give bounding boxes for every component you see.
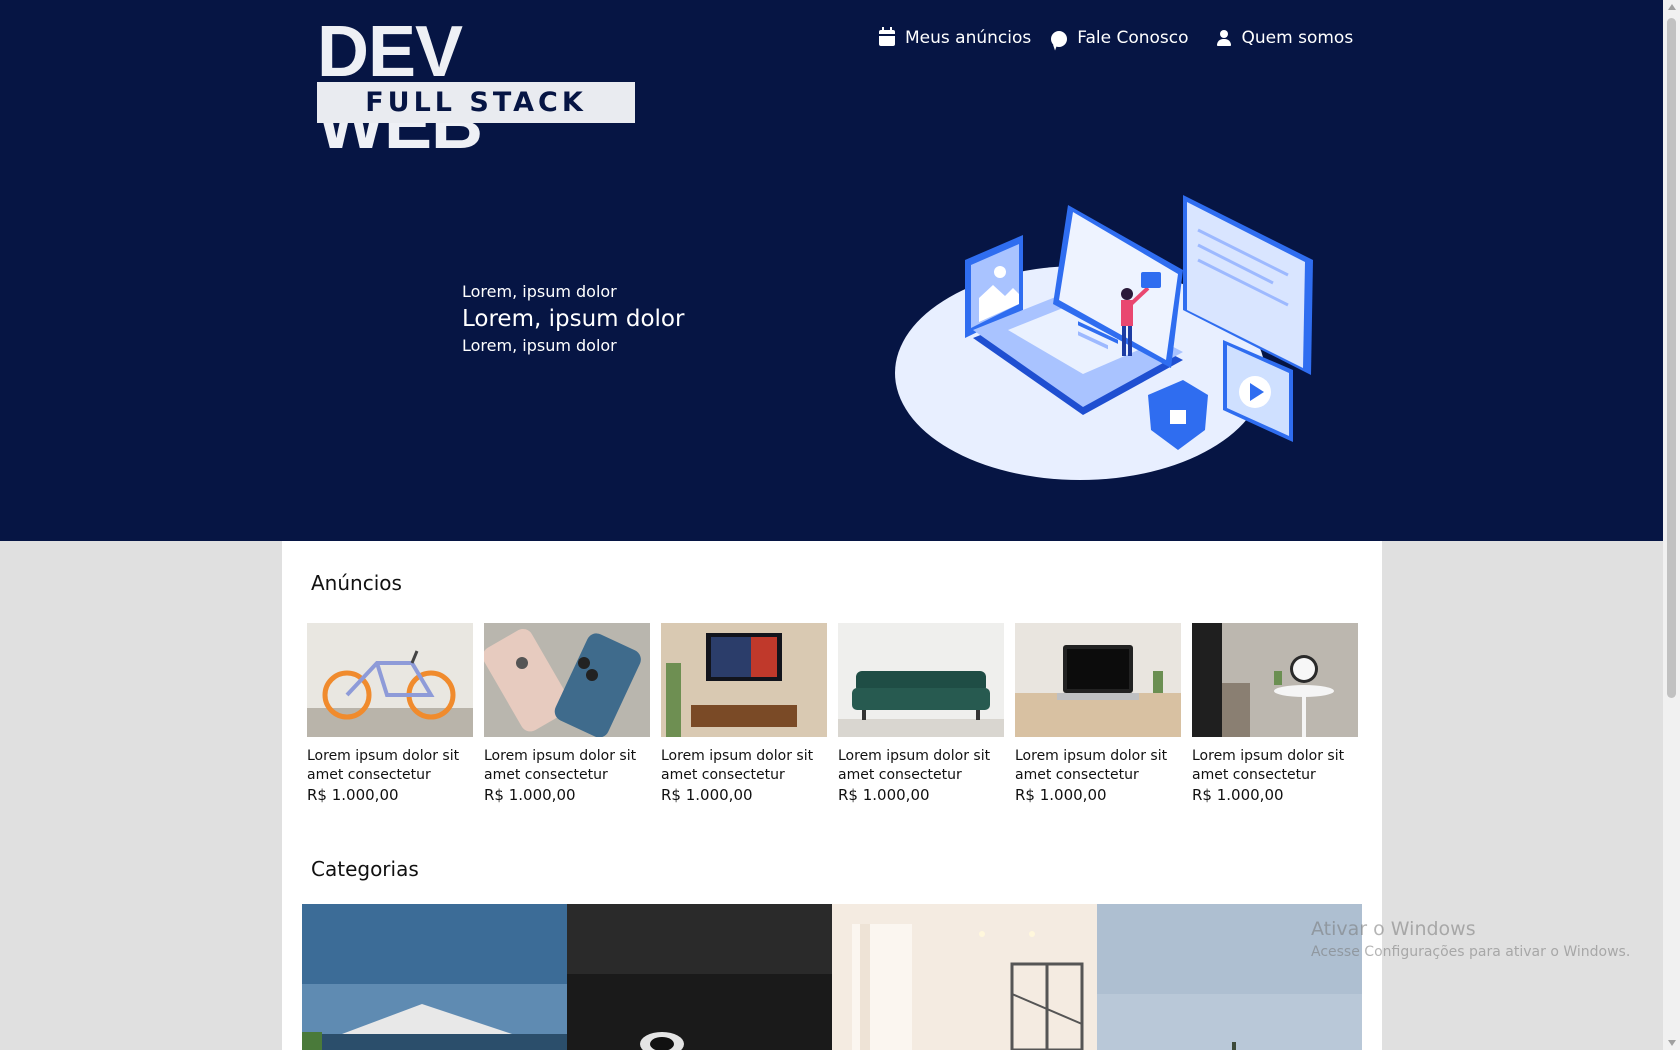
ad-price: R$ 1.000,00 xyxy=(484,786,576,804)
category-image-house[interactable] xyxy=(302,904,567,1050)
logo-bar: FULL STACK xyxy=(317,82,635,123)
ad-image-bicycle xyxy=(307,623,473,737)
categories-list xyxy=(302,904,1362,1050)
categories-section-title: Categorias xyxy=(311,857,419,881)
ad-title: Lorem ipsum dolor sit amet consectetur xyxy=(1192,748,1345,783)
ads-section-title: Anúncios xyxy=(311,571,402,595)
hero-line3: Lorem, ipsum dolor xyxy=(462,336,617,355)
category-image-camera[interactable] xyxy=(567,904,832,1050)
scroll-down-arrow-icon[interactable] xyxy=(1668,1040,1676,1046)
windows-activation-watermark: Ativar o Windows Acesse Configurações pa… xyxy=(1311,918,1630,960)
ad-image-television xyxy=(661,623,827,737)
nav-fale-conosco[interactable]: Fale Conosco xyxy=(1051,28,1189,48)
ad-image-smartphones xyxy=(482,623,650,738)
scroll-up-arrow-icon[interactable] xyxy=(1668,4,1676,10)
ad-title: Lorem ipsum dolor sit amet consectetur xyxy=(484,748,637,783)
watermark-subtitle: Acesse Configurações para ativar o Windo… xyxy=(1311,944,1631,960)
hero-header: DEV WEB FULL STACK Meus anúncios Fale Co… xyxy=(0,0,1663,541)
ad-card[interactable]: Lorem ipsum dolor sit amet consectetur R… xyxy=(1015,623,1181,804)
scroll-thumb[interactable] xyxy=(1667,18,1676,698)
ad-card[interactable]: Lorem ipsum dolor sit amet consectetur R… xyxy=(307,623,473,804)
content-panel: Anúncios Lorem ipsum dolor sit amet cons… xyxy=(282,541,1382,1050)
chat-icon xyxy=(1051,31,1068,47)
nav-meus-anuncios[interactable]: Meus anúncios xyxy=(879,27,1032,48)
ad-price: R$ 1.000,00 xyxy=(661,786,753,804)
calendar-icon xyxy=(879,27,895,46)
ad-title: Lorem ipsum dolor sit amet consectetur xyxy=(1015,748,1168,783)
ad-price: R$ 1.000,00 xyxy=(1015,786,1107,804)
nav-label: Quem somos xyxy=(1241,28,1354,48)
ad-card[interactable]: Lorem ipsum dolor sit amet consectetur R… xyxy=(1192,623,1358,804)
watermark-title: Ativar o Windows xyxy=(1311,918,1476,940)
hero-text: Lorem, ipsum dolor Lorem, ipsum dolor Lo… xyxy=(462,281,684,357)
hero-illustration xyxy=(895,195,1313,480)
ad-title: Lorem ipsum dolor sit amet consectetur xyxy=(307,748,460,783)
ad-price: R$ 1.000,00 xyxy=(1192,786,1284,804)
brand-logo[interactable]: DEV WEB FULL STACK xyxy=(315,16,637,160)
nav-label: Meus anúncios xyxy=(905,28,1032,48)
ad-price: R$ 1.000,00 xyxy=(838,786,930,804)
top-nav: Meus anúncios Fale Conosco Quem somos xyxy=(879,27,1373,48)
nav-label: Fale Conosco xyxy=(1077,28,1189,48)
nav-quem-somos[interactable]: Quem somos xyxy=(1216,28,1354,48)
logo-line2: FULL STACK xyxy=(365,87,587,118)
user-icon xyxy=(1216,30,1232,46)
ad-image-laptop xyxy=(1015,623,1181,737)
category-image-interior[interactable] xyxy=(832,904,1097,1050)
ad-card[interactable]: Lorem ipsum dolor sit amet consectetur R… xyxy=(482,623,650,804)
ad-card[interactable]: Lorem ipsum dolor sit amet consectetur R… xyxy=(661,623,827,804)
ad-title: Lorem ipsum dolor sit amet consectetur xyxy=(838,748,991,783)
ads-list: Lorem ipsum dolor sit amet consectetur R… xyxy=(307,623,1358,804)
ad-image-sofa xyxy=(838,623,1004,737)
ad-title: Lorem ipsum dolor sit amet consectetur xyxy=(661,748,814,783)
hero-line1: Lorem, ipsum dolor xyxy=(462,282,617,301)
ad-price: R$ 1.000,00 xyxy=(307,786,399,804)
ad-card[interactable]: Lorem ipsum dolor sit amet consectetur R… xyxy=(838,623,1004,804)
vertical-scrollbar[interactable] xyxy=(1663,0,1680,1050)
ad-image-alarm-clock xyxy=(1192,623,1358,737)
hero-line2: Lorem, ipsum dolor xyxy=(462,306,685,332)
